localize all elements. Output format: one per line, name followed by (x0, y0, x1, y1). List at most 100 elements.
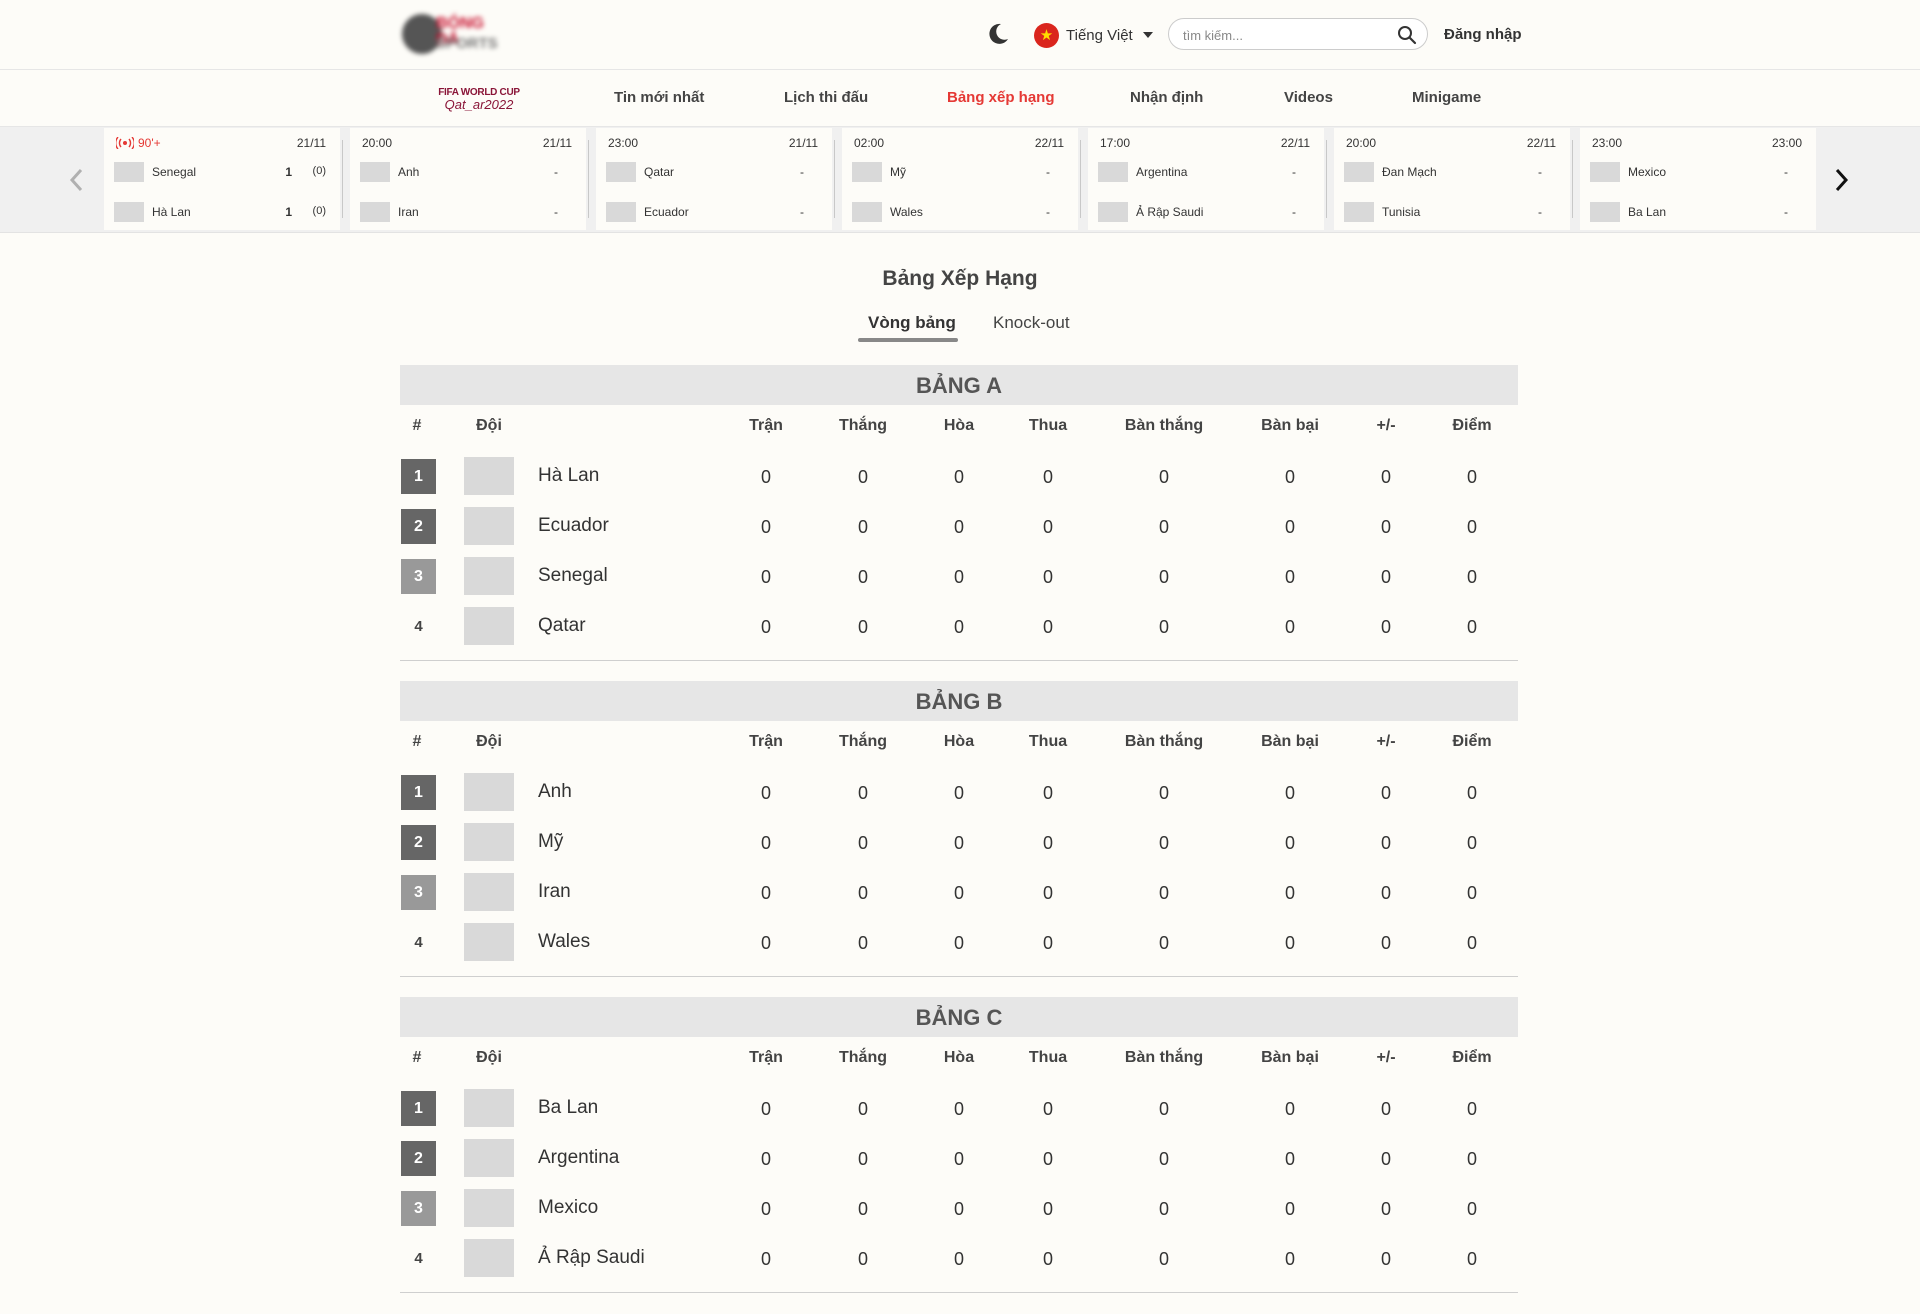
standings-group: BẢNG B # Đội Trận Thắng Hòa Thua Bàn thắng Bàn b… (400, 681, 1518, 977)
col-points-value: 0 (1466, 1149, 1477, 1169)
col-losses-value: 0 (1042, 617, 1053, 637)
table-row[interactable]: 4 Wales 0 0 0 0 0 0 0 0 (400, 923, 1518, 963)
chevron-right-icon[interactable] (1826, 165, 1856, 195)
col-goal-diff-header: +/- (1376, 733, 1396, 750)
divider (588, 140, 589, 218)
col-goal-diff-value: 0 (1380, 467, 1391, 487)
away-score: - (554, 205, 558, 219)
table-row[interactable]: 3 Mexico 0 0 0 0 0 0 0 0 (400, 1189, 1518, 1229)
col-draws-header: Hòa (943, 417, 975, 434)
team-name[interactable]: Argentina (538, 1147, 619, 1169)
nav-item-schedule[interactable]: Lịch thi đấu (784, 89, 868, 106)
tab-group-stage[interactable]: Vòng bảng (868, 313, 956, 333)
col-goal-diff-value: 0 (1380, 833, 1391, 853)
match-card[interactable]: 20:00 22/11 Đan Mạch - Tunisia - (1334, 128, 1573, 230)
col-matches-value: 0 (760, 467, 771, 487)
col-wins-value: 0 (857, 617, 868, 637)
dark-mode-icon[interactable] (986, 22, 1010, 46)
match-card[interactable]: 23:00 23:00 Mexico - Ba Lan - (1580, 128, 1816, 230)
team-name[interactable]: Iran (538, 881, 571, 903)
col-goals-against-value: 0 (1284, 783, 1295, 803)
nav-item-predictions[interactable]: Nhận định (1130, 89, 1203, 106)
col-losses-value: 0 (1042, 1199, 1053, 1219)
col-wins-value: 0 (857, 883, 868, 903)
rank-badge: 3 (401, 1191, 436, 1226)
login-link[interactable]: Đăng nhập (1444, 26, 1522, 43)
language-selector[interactable]: Tiếng Việt (1034, 22, 1153, 48)
team-name[interactable]: Qatar (538, 615, 586, 637)
nav-item-minigame[interactable]: Minigame (1412, 89, 1481, 106)
team-name[interactable]: Ả Rập Saudi (538, 1247, 645, 1269)
col-goals-against-header: Bàn bại (1261, 417, 1319, 434)
rank-badge: 2 (401, 825, 436, 860)
match-card[interactable]: 23:00 21/11 Qatar - Ecuador - (596, 128, 835, 230)
away-score: - (800, 205, 804, 219)
home-team-name: Đan Mạch (1382, 165, 1437, 179)
table-row[interactable]: 4 Ả Rập Saudi 0 0 0 0 0 0 0 0 (400, 1239, 1518, 1279)
table-row[interactable]: 2 Argentina 0 0 0 0 0 0 0 0 (400, 1139, 1518, 1179)
table-row[interactable]: 2 Mỹ 0 0 0 0 0 0 0 0 (400, 823, 1518, 863)
col-rank-header: # (412, 733, 422, 750)
col-wins-value: 0 (857, 1249, 868, 1269)
match-date: 22/11 (1034, 136, 1064, 150)
col-goals-for-value: 0 (1158, 1149, 1169, 1169)
away-team-name: Ba Lan (1628, 205, 1667, 219)
team-name[interactable]: Hà Lan (538, 465, 599, 487)
match-card[interactable]: 17:00 22/11 Argentina - Ả Rập Saudi - (1088, 128, 1327, 230)
rank-badge: 4 (414, 618, 423, 635)
team-flag (464, 923, 514, 961)
table-row[interactable]: 3 Senegal 0 0 0 0 0 0 0 0 (400, 557, 1518, 597)
search-input[interactable] (1183, 25, 1383, 45)
table-row[interactable]: 2 Ecuador 0 0 0 0 0 0 0 0 (400, 507, 1518, 547)
home-team-name: Mexico (1628, 165, 1667, 179)
nav-item-videos[interactable]: Videos (1284, 89, 1333, 106)
col-goal-diff-value: 0 (1380, 933, 1391, 953)
home-score: - (800, 165, 804, 179)
team-name[interactable]: Mỹ (538, 831, 563, 853)
nav-item-latest-news[interactable]: Tin mới nhất (614, 89, 704, 106)
match-card[interactable]: 02:00 22/11 Mỹ - Wales - (842, 128, 1081, 230)
away-score: 1 (285, 205, 292, 219)
col-goal-diff-value: 0 (1380, 883, 1391, 903)
table-row[interactable]: 1 Ba Lan 0 0 0 0 0 0 0 0 (400, 1089, 1518, 1129)
team-name[interactable]: Mexico (538, 1197, 598, 1219)
site-logo[interactable]: BÓNG ĐÁ SPORTS (400, 10, 508, 62)
divider (1326, 140, 1327, 218)
match-card[interactable]: 20:00 21/11 Anh - Iran - (350, 128, 589, 230)
table-row[interactable]: 1 Hà Lan 0 0 0 0 0 0 0 0 (400, 457, 1518, 497)
home-score: 1 (285, 165, 292, 179)
home-score: - (1292, 165, 1296, 179)
table-row[interactable]: 3 Iran 0 0 0 0 0 0 0 0 (400, 873, 1518, 913)
team-name[interactable]: Ecuador (538, 515, 609, 537)
rank-badge: 1 (401, 775, 436, 810)
col-goals-against-value: 0 (1284, 1099, 1295, 1119)
world-cup-logo[interactable]: FIFA WORLD CUP Qat_ar2022 (433, 87, 525, 111)
col-goals-against-value: 0 (1284, 933, 1295, 953)
col-goal-diff-header: +/- (1376, 417, 1396, 434)
tab-knockout[interactable]: Knock-out (993, 313, 1070, 333)
team-flag (606, 162, 636, 182)
table-row[interactable]: 4 Qatar 0 0 0 0 0 0 0 0 (400, 607, 1518, 647)
team-flag (464, 823, 514, 861)
col-points-value: 0 (1466, 1249, 1477, 1269)
col-losses-value: 0 (1042, 883, 1053, 903)
match-card[interactable]: 90'+ 21/11 Senegal 1 (0) Hà Lan 1 (0) (104, 128, 343, 230)
col-goals-for-value: 0 (1158, 883, 1169, 903)
col-goals-for-value: 0 (1158, 933, 1169, 953)
team-name[interactable]: Wales (538, 931, 590, 953)
col-wins-header: Thắng (839, 1049, 887, 1066)
nav-item-standings[interactable]: Bảng xếp hạng (947, 89, 1055, 106)
col-goals-for-value: 0 (1158, 467, 1169, 487)
match-time: 23:00 (608, 136, 639, 150)
chevron-left-icon[interactable] (62, 165, 92, 195)
search-icon[interactable] (1397, 25, 1417, 45)
col-goals-for-value: 0 (1158, 617, 1169, 637)
team-name[interactable]: Senegal (538, 565, 608, 587)
team-flag (360, 202, 390, 222)
team-name[interactable]: Ba Lan (538, 1097, 598, 1119)
col-wins-header: Thắng (839, 733, 887, 750)
table-row[interactable]: 1 Anh 0 0 0 0 0 0 0 0 (400, 773, 1518, 813)
col-wins-value: 0 (857, 933, 868, 953)
team-name[interactable]: Anh (538, 781, 572, 803)
top-header: BÓNG ĐÁ SPORTS Tiếng Việt Đăng nhập (0, 0, 1920, 70)
